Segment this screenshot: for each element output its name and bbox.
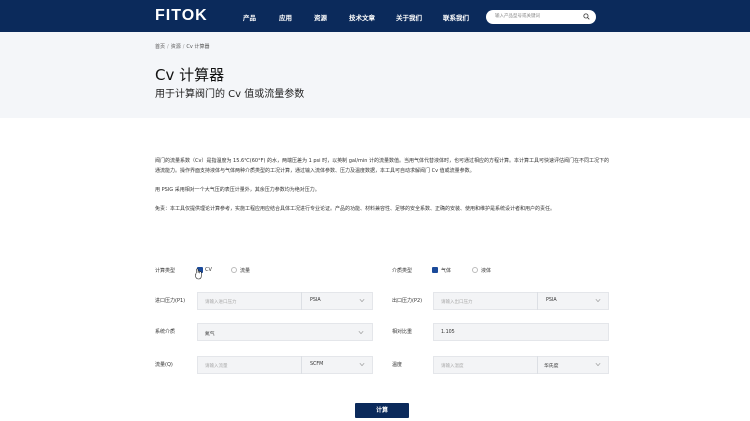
system-medium-select[interactable]: 氮气 (197, 323, 373, 341)
flow-unit-value: SCFM (310, 362, 324, 367)
specific-gravity-value: 1.105 (441, 330, 455, 335)
outlet-pressure-unit-value: PSIA (546, 298, 557, 303)
temperature-input[interactable]: 请输入温度 (441, 363, 464, 369)
system-medium-value: 氮气 (205, 332, 215, 337)
temperature-unit-value: 华氏度 (544, 364, 559, 369)
flow-input[interactable]: 请输入流量 (205, 363, 228, 369)
calc-type-flow-label[interactable]: 流量 (240, 267, 250, 274)
mouse-cursor-icon (195, 268, 202, 280)
medium-gas-checkbox[interactable] (432, 267, 438, 273)
medium-type-label: 介质类型 (392, 268, 413, 274)
chevron-down-icon (359, 362, 365, 367)
system-medium-label: 系统介质 (155, 329, 176, 335)
chevron-down-icon (595, 362, 601, 367)
nav-item-applications[interactable]: 应用 (279, 12, 292, 22)
search-icon[interactable] (583, 13, 590, 20)
calc-type-flow-radio[interactable] (231, 267, 237, 273)
inlet-pressure-unit-select[interactable]: PSIA (301, 292, 373, 310)
disclaimer-text: 免责：本工具仅提供理论计算参考，实施工程应用应结合具体工况进行专业论证。产品的功… (155, 206, 556, 212)
nav-item-contact-us[interactable]: 联系我们 (443, 12, 469, 22)
search-placeholder: 输入产品型号或关键词 (495, 14, 540, 19)
chevron-down-icon (359, 298, 365, 303)
search-input[interactable]: 输入产品型号或关键词 (486, 10, 596, 24)
fitok-logo[interactable]: FITOK (155, 7, 208, 25)
calculate-button[interactable]: 计算 (355, 403, 409, 418)
calc-type-label: 计算类型 (155, 268, 176, 274)
flow-unit-select[interactable]: SCFM (301, 356, 373, 374)
medium-gas-label[interactable]: 气体 (441, 267, 451, 274)
breadcrumb-home[interactable]: 首页 (155, 44, 165, 50)
inlet-pressure-label: 进口压力(P1) (155, 298, 186, 304)
breadcrumb-current: Cv 计算器 (186, 44, 210, 50)
nav-item-tech-articles[interactable]: 技术文章 (349, 12, 375, 22)
inlet-pressure-input[interactable]: 请输入进口压力 (205, 299, 237, 305)
page-title: Cv 计算器 (155, 66, 225, 84)
nav-item-products[interactable]: 产品 (243, 12, 256, 22)
temperature-label: 温度 (392, 362, 403, 368)
chevron-down-icon (358, 330, 364, 335)
breadcrumb-resources[interactable]: 资源 (171, 44, 181, 50)
flow-label: 流量(Q) (155, 362, 173, 368)
nav-item-resources[interactable]: 资源 (314, 12, 327, 22)
pressure-note: 用 PSIG 采用相对一个大气压的表压计量外，其余压力参数均为绝对压力。 (155, 187, 320, 193)
outlet-pressure-unit-select[interactable]: PSIA (537, 292, 609, 310)
temperature-unit-select[interactable]: 华氏度 (537, 356, 609, 374)
inlet-pressure-unit-value: PSIA (310, 298, 321, 303)
medium-liquid-radio[interactable] (472, 267, 478, 273)
chevron-down-icon (595, 298, 601, 303)
calc-type-cv-label[interactable]: CV (205, 267, 212, 273)
nav-item-about-us[interactable]: 关于我们 (396, 12, 422, 22)
specific-gravity-field[interactable]: 1.105 (433, 323, 609, 341)
page-subtitle: 用于计算阀门的 Cv 值或流量参数 (155, 89, 305, 100)
top-nav-bar: FITOK 产品 应用 资源 技术文章 关于我们 联系我们 输入产品型号或关键词 (0, 0, 750, 32)
hero-section (0, 32, 750, 118)
specific-gravity-label: 相对比重 (392, 329, 413, 335)
outlet-pressure-input[interactable]: 请输入出口压力 (441, 299, 473, 305)
outlet-pressure-label: 出口压力(P2) (392, 298, 423, 304)
medium-liquid-label[interactable]: 液体 (481, 267, 491, 274)
breadcrumb: 首页 / 资源 / Cv 计算器 (155, 44, 210, 50)
intro-paragraph: 阀门的流量系数（Cv）是指温度为 15.6℃(60°F) 的水，两端压差为 1 … (155, 158, 610, 174)
